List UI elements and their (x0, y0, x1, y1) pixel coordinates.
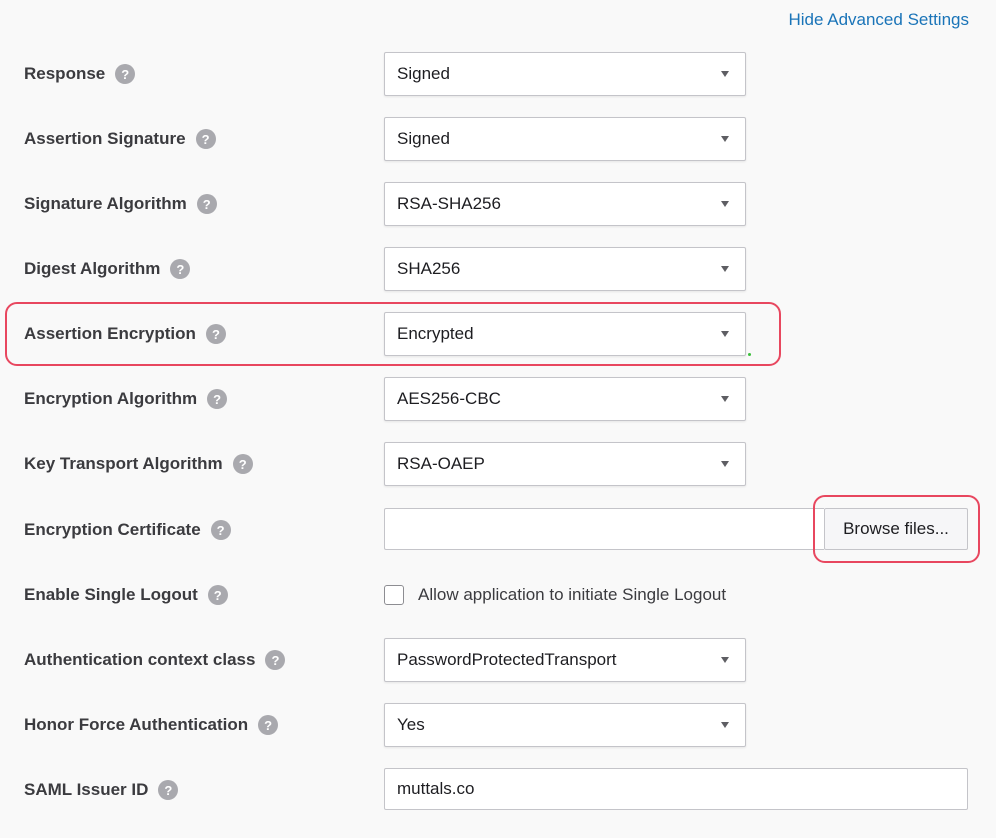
encryption-algorithm-label: Encryption Algorithm (24, 389, 198, 408)
enable-single-logout-label-group: Enable Single Logout ? (24, 573, 228, 617)
key-transport-algorithm-select[interactable]: RSA-OAEP (384, 442, 746, 486)
digest-algorithm-row: Digest Algorithm ? SHA256 (0, 247, 996, 291)
assertion-signature-select[interactable]: Signed (384, 117, 746, 161)
assertion-encryption-label: Assertion Encryption (24, 324, 196, 343)
honor-force-authentication-select[interactable]: Yes (384, 703, 746, 747)
response-select[interactable]: Signed (384, 52, 746, 96)
key-transport-algorithm-row: Key Transport Algorithm ? RSA-OAEP (0, 442, 996, 486)
authentication-context-class-label: Authentication context class (24, 650, 256, 669)
single-logout-checkbox[interactable] (384, 585, 404, 605)
response-row: Response ? Signed (0, 52, 996, 96)
honor-force-authentication-label: Honor Force Authentication (24, 715, 249, 734)
help-icon[interactable]: ? (207, 585, 228, 605)
chevron-down-icon (721, 201, 729, 207)
saml-issuer-id-row: SAML Issuer ID ? (0, 768, 996, 812)
help-icon[interactable]: ? (232, 454, 253, 474)
assertion-encryption-row: Assertion Encryption ? Encrypted (0, 312, 996, 356)
honor-force-authentication-row: Honor Force Authentication ? Yes (0, 703, 996, 747)
cursor-dot (748, 353, 751, 356)
chevron-down-icon (721, 657, 729, 663)
honor-force-authentication-label-group: Honor Force Authentication ? (24, 703, 279, 747)
authentication-context-class-label-group: Authentication context class ? (24, 638, 286, 682)
help-icon[interactable]: ? (170, 259, 191, 279)
chevron-down-icon (721, 266, 729, 272)
assertion-signature-label: Assertion Signature (24, 129, 186, 148)
help-icon[interactable]: ? (265, 650, 286, 670)
saml-issuer-id-input[interactable] (384, 768, 968, 810)
saml-issuer-id-label: SAML Issuer ID (24, 780, 149, 799)
authentication-context-class-select-value: PasswordProtectedTransport (397, 650, 617, 669)
help-icon[interactable]: ? (158, 780, 179, 800)
chevron-down-icon (721, 71, 729, 77)
key-transport-algorithm-label: Key Transport Algorithm (24, 454, 223, 473)
saml-issuer-id-label-group: SAML Issuer ID ? (24, 768, 179, 812)
assertion-encryption-select[interactable]: Encrypted (384, 312, 746, 356)
enable-single-logout-row: Enable Single Logout ? Allow application… (0, 573, 996, 617)
chevron-down-icon (721, 396, 729, 402)
chevron-down-icon (721, 331, 729, 337)
digest-algorithm-label-group: Digest Algorithm ? (24, 247, 191, 291)
help-icon[interactable]: ? (195, 129, 216, 149)
response-select-value: Signed (397, 64, 450, 83)
encryption-certificate-row: Encryption Certificate ? Browse files... (0, 508, 996, 552)
signature-algorithm-row: Signature Algorithm ? RSA-SHA256 (0, 182, 996, 226)
assertion-signature-row: Assertion Signature ? Signed (0, 117, 996, 161)
signature-algorithm-label-group: Signature Algorithm ? (24, 182, 217, 226)
help-icon[interactable]: ? (210, 520, 231, 540)
honor-force-authentication-select-value: Yes (397, 715, 425, 734)
encryption-algorithm-row: Encryption Algorithm ? AES256-CBC (0, 377, 996, 421)
encryption-certificate-file-input[interactable] (384, 508, 824, 550)
single-logout-checkbox-label[interactable]: Allow application to initiate Single Log… (418, 585, 726, 605)
assertion-signature-select-value: Signed (397, 129, 450, 148)
single-logout-checkbox-group[interactable]: Allow application to initiate Single Log… (384, 573, 726, 617)
response-label-group: Response ? (24, 52, 136, 96)
digest-algorithm-label: Digest Algorithm (24, 259, 161, 278)
signature-algorithm-select[interactable]: RSA-SHA256 (384, 182, 746, 226)
help-icon[interactable]: ? (205, 324, 226, 344)
help-icon[interactable]: ? (258, 715, 279, 735)
signature-algorithm-select-value: RSA-SHA256 (397, 194, 501, 213)
assertion-encryption-select-value: Encrypted (397, 324, 474, 343)
encryption-algorithm-select-value: AES256-CBC (397, 389, 501, 408)
enable-single-logout-label: Enable Single Logout (24, 585, 198, 604)
chevron-down-icon (721, 722, 729, 728)
encryption-certificate-label: Encryption Certificate (24, 520, 201, 539)
assertion-signature-label-group: Assertion Signature ? (24, 117, 216, 161)
hide-advanced-settings-link[interactable]: Hide Advanced Settings (788, 10, 969, 30)
browse-files-button[interactable]: Browse files... (824, 508, 968, 550)
assertion-encryption-label-group: Assertion Encryption ? (24, 312, 226, 356)
digest-algorithm-select[interactable]: SHA256 (384, 247, 746, 291)
response-label: Response (24, 64, 106, 83)
authentication-context-class-row: Authentication context class ? PasswordP… (0, 638, 996, 682)
key-transport-algorithm-label-group: Key Transport Algorithm ? (24, 442, 253, 486)
help-icon[interactable]: ? (207, 389, 228, 409)
chevron-down-icon (721, 461, 729, 467)
authentication-context-class-select[interactable]: PasswordProtectedTransport (384, 638, 746, 682)
digest-algorithm-select-value: SHA256 (397, 259, 461, 278)
help-icon[interactable]: ? (196, 194, 217, 214)
key-transport-algorithm-select-value: RSA-OAEP (397, 454, 485, 473)
help-icon[interactable]: ? (115, 64, 136, 84)
encryption-certificate-label-group: Encryption Certificate ? (24, 508, 231, 552)
encryption-algorithm-select[interactable]: AES256-CBC (384, 377, 746, 421)
chevron-down-icon (721, 136, 729, 142)
signature-algorithm-label: Signature Algorithm (24, 194, 187, 213)
encryption-algorithm-label-group: Encryption Algorithm ? (24, 377, 228, 421)
